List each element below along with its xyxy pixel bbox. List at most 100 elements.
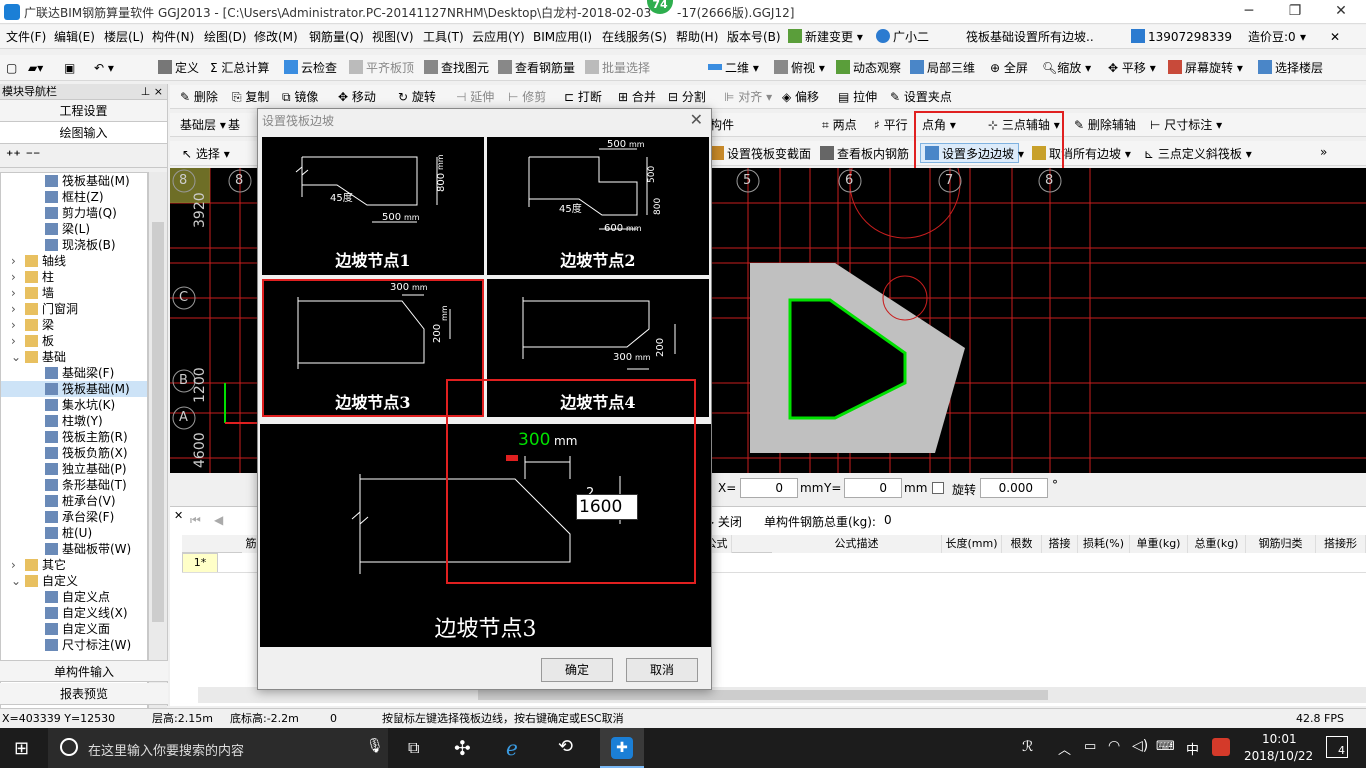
minimize-icon[interactable]: ─ xyxy=(1226,0,1272,24)
keyboard-icon[interactable]: ⌨ xyxy=(1156,739,1175,754)
single-component-button[interactable]: 单构件输入 xyxy=(0,660,168,682)
delete-axis-button[interactable]: ✎ 删除辅轴 xyxy=(1074,115,1136,135)
set-grip-button[interactable]: ✎ 设置夹点 xyxy=(890,87,952,107)
trim-button[interactable]: ⊢ 修剪 xyxy=(508,87,546,107)
h-scroll-thumb[interactable] xyxy=(478,690,1048,700)
three-point-slope-button[interactable]: ⊾ 三点定义斜筏板 ▾ xyxy=(1144,144,1252,164)
dynamic-orbit-button[interactable]: 动态观察 xyxy=(836,58,901,78)
tree-item[interactable]: 独立基础(P) xyxy=(1,461,147,477)
menu-floor[interactable]: 楼层(L) xyxy=(104,27,144,47)
tree-item[interactable]: 自定义线(X) xyxy=(1,605,147,621)
volume-icon[interactable]: ◁) xyxy=(1132,738,1148,754)
drawing-input-button[interactable]: 绘图输入 xyxy=(0,122,167,144)
menu-online[interactable]: 在线服务(S) xyxy=(602,27,667,47)
tree-item[interactable]: 承台梁(F) xyxy=(1,509,147,525)
close-panel-button[interactable]: ▸ 关闭 xyxy=(708,513,742,530)
tree-item[interactable]: 自定义点 xyxy=(1,589,147,605)
fan-app-icon[interactable]: ✣ xyxy=(454,736,471,760)
tree-item[interactable]: 尺寸标注(W) xyxy=(1,637,147,653)
tree-item[interactable]: 框柱(Z) xyxy=(1,189,147,205)
clock-date[interactable]: 2018/10/22 xyxy=(1244,749,1313,763)
microphone-icon[interactable]: 🎙︎ xyxy=(366,738,384,754)
tree-toggle-icon[interactable]: ⌄ xyxy=(11,573,21,589)
tree-toggle-icon[interactable]: › xyxy=(11,253,16,269)
tray-expand-icon[interactable]: ︿ xyxy=(1058,739,1071,758)
menu-edit[interactable]: 编辑(E) xyxy=(54,27,95,47)
close-icon[interactable]: ✕ xyxy=(1318,0,1364,24)
more-tools-icon[interactable]: » xyxy=(1320,142,1327,162)
sogou-ime-icon[interactable] xyxy=(1212,738,1230,756)
slope-node-2-option[interactable]: 500 mm 45度 600 mm 500 800 边坡节点2 xyxy=(487,137,709,275)
tree-item[interactable]: 桩(U) xyxy=(1,525,147,541)
cost-dropdown-icon[interactable]: ▾ xyxy=(1300,27,1306,47)
tree-item[interactable]: 筏板基础(M) xyxy=(1,381,147,397)
glodon-taskbar-button[interactable]: ✚ xyxy=(600,728,644,768)
menu-help[interactable]: 帮助(H) xyxy=(676,27,718,47)
tree-item[interactable]: › 梁 xyxy=(1,317,147,333)
ime-indicator[interactable]: 中 xyxy=(1186,739,1199,758)
prev-record-icon[interactable]: ◀ xyxy=(214,513,223,527)
select-floor-button[interactable]: 选择楼层 xyxy=(1258,58,1323,78)
stretch-button[interactable]: ▤ 拉伸 xyxy=(838,87,877,107)
tree-item[interactable]: › 轴线 xyxy=(1,253,147,269)
edge-browser-icon[interactable]: ℯ xyxy=(506,736,518,760)
tree-toggle-icon[interactable]: › xyxy=(11,557,16,573)
wifi-icon[interactable]: ◠ xyxy=(1108,738,1120,754)
local-3d-button[interactable]: 局部三维 xyxy=(910,58,975,78)
ok-button[interactable]: 确定 xyxy=(541,658,613,682)
rotate-button[interactable]: ↻ 旋转 xyxy=(398,87,436,107)
tree-expand-collapse[interactable]: ⁺⁺ ⁻⁻ xyxy=(0,144,167,168)
menu-view[interactable]: 视图(V) xyxy=(372,27,414,47)
menu-component[interactable]: 构件(N) xyxy=(152,27,194,47)
collapse-all-icon[interactable]: ⁻⁻ xyxy=(26,148,41,164)
split-button[interactable]: ⊟ 分割 xyxy=(668,87,706,107)
layer-select-2[interactable]: 基 xyxy=(228,115,240,135)
view-2d-dropdown[interactable]: 二维 ▾ xyxy=(708,58,759,78)
tree-toggle-icon[interactable]: › xyxy=(11,317,16,333)
tree-toggle-icon[interactable]: › xyxy=(11,285,16,301)
screen-rotate-dropdown[interactable]: 屏幕旋转 ▾ xyxy=(1168,58,1243,78)
undo-icon[interactable]: ↶ ▾ xyxy=(94,58,114,78)
align-slab-top-button[interactable]: 平齐板顶 xyxy=(349,58,414,78)
fullscreen-button[interactable]: ⊕ 全屏 xyxy=(990,58,1028,78)
tree-item[interactable]: 基础梁(F) xyxy=(1,365,147,381)
tree-toggle-icon[interactable]: ⌄ xyxy=(11,349,21,365)
tree-scroll-thumb[interactable] xyxy=(152,222,164,622)
parallel-axis-button[interactable]: ♯ 平行 xyxy=(874,115,908,135)
tree-item[interactable]: 现浇板(B) xyxy=(1,237,147,253)
tree-item[interactable]: 筏板负筋(X) xyxy=(1,445,147,461)
tree-item[interactable]: › 墙 xyxy=(1,285,147,301)
user-account[interactable]: 13907298339 xyxy=(1131,27,1232,47)
slope-node-1-option[interactable]: 45度 500 mm 800 mm 边坡节点1 xyxy=(262,137,484,275)
tree-toggle-icon[interactable]: › xyxy=(11,269,16,285)
tree-item[interactable]: 梁(L) xyxy=(1,221,147,237)
menu-modify[interactable]: 修改(M) xyxy=(254,27,298,47)
menu-bim[interactable]: BIM应用(I) xyxy=(533,27,592,47)
rotate-checkbox[interactable] xyxy=(932,482,944,494)
move-button[interactable]: ✥ 移动 xyxy=(338,87,376,107)
open-file-icon[interactable]: ▰▾ xyxy=(28,58,43,78)
tree-item[interactable]: 剪力墙(Q) xyxy=(1,205,147,221)
batch-select-button[interactable]: 批量选择 xyxy=(585,58,650,78)
close-doc-icon[interactable]: ✕ xyxy=(1330,27,1340,47)
pan-dropdown[interactable]: ✥ 平移 ▾ xyxy=(1108,58,1156,78)
first-record-icon[interactable]: ⏮ xyxy=(190,513,201,528)
tree-scrollbar[interactable] xyxy=(148,172,167,740)
break-button[interactable]: ⊏ 打断 xyxy=(564,87,602,107)
delete-button[interactable]: ✎ 删除 xyxy=(180,87,218,107)
tree-item[interactable]: 筏板基础(M) xyxy=(1,173,147,189)
tree-item[interactable]: 自定义面 xyxy=(1,621,147,637)
tree-toggle-icon[interactable]: › xyxy=(11,333,16,349)
new-file-icon[interactable]: ▢ xyxy=(6,58,17,78)
tree-item[interactable]: ⌄ 自定义 xyxy=(1,573,147,589)
tree-item[interactable]: 条形基础(T) xyxy=(1,477,147,493)
battery-icon[interactable]: ▭ xyxy=(1084,739,1096,754)
taskbar-search-box[interactable]: 在这里输入你要搜索的内容 🎙︎ xyxy=(48,728,388,768)
tree-item[interactable]: 筏板主筋(R) xyxy=(1,429,147,445)
tree-item[interactable]: 基础板带(W) xyxy=(1,541,147,557)
mirror-button[interactable]: ⧉ 镜像 xyxy=(282,87,318,107)
nav-pin-close-icons[interactable]: ⊥ × xyxy=(141,84,163,100)
tree-item[interactable]: ⌄ 基础 xyxy=(1,349,147,365)
tree-toggle-icon[interactable]: › xyxy=(11,301,16,317)
tree-item[interactable]: 柱墩(Y) xyxy=(1,413,147,429)
